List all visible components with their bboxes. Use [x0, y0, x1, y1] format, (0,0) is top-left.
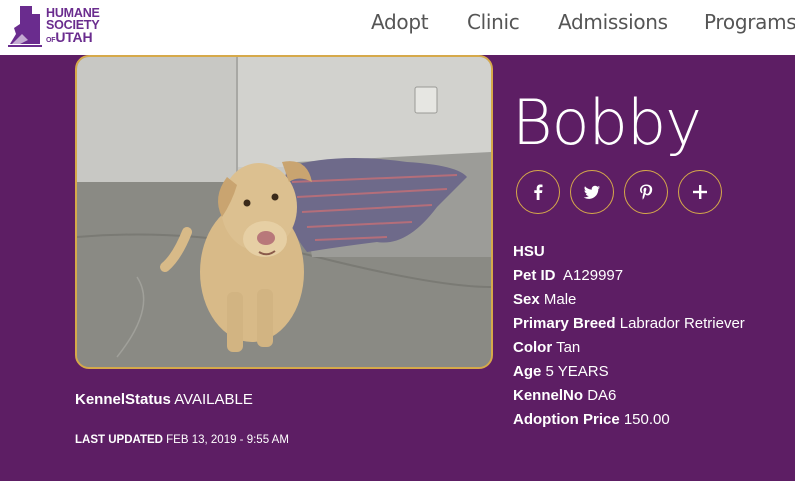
share-twitter-button[interactable]	[570, 170, 614, 214]
twitter-icon	[583, 185, 600, 199]
plus-icon	[693, 185, 707, 199]
detail-primary-breed: Primary Breed Labrador Retriever	[513, 312, 745, 336]
detail-value: Labrador Retriever	[619, 315, 745, 332]
last-updated: LAST UPDATED FEB 13, 2019 - 9:55 AM	[75, 434, 289, 446]
detail-label: Color	[513, 339, 553, 356]
detail-value: 5 YEARS	[545, 363, 609, 380]
nav-programs[interactable]: Programs	[704, 10, 795, 34]
detail-value: Tan	[556, 339, 581, 356]
site-header: HUMANE SOCIETY OFUTAH Adopt Clinic Admis…	[0, 0, 795, 55]
share-more-button[interactable]	[678, 170, 722, 214]
detail-sex: Sex Male	[513, 288, 745, 312]
logo-line-of: OF	[46, 37, 56, 44]
detail-pet-id: Pet ID A129997	[513, 264, 745, 288]
nav-admissions[interactable]: Admissions	[558, 10, 668, 34]
nav-clinic[interactable]: Clinic	[467, 10, 520, 34]
detail-label: Age	[513, 363, 542, 380]
detail-label: Primary Breed	[513, 315, 616, 332]
pet-name: Bobby	[512, 86, 702, 159]
share-pinterest-button[interactable]	[624, 170, 668, 214]
share-facebook-button[interactable]	[516, 170, 560, 214]
site-logo[interactable]: HUMANE SOCIETY OFUTAH	[6, 4, 116, 48]
facebook-icon	[534, 184, 543, 200]
logo-wordmark: HUMANE SOCIETY OFUTAH	[46, 7, 100, 47]
detail-value: 150.00	[623, 411, 670, 428]
last-updated-value: FEB 13, 2019 - 9:55 AM	[166, 434, 289, 446]
utah-state-cat-icon	[8, 6, 42, 47]
detail-value: Male	[543, 291, 577, 308]
detail-label: Pet ID	[513, 267, 556, 284]
detail-kennel-no: KennelNo DA6	[513, 384, 745, 408]
pet-details: HSU Pet ID A129997 Sex Male Primary Bree…	[513, 240, 745, 432]
kennel-status: KennelStatus AVAILABLE	[75, 391, 253, 408]
detail-adoption-price: Adoption Price 150.00	[513, 408, 745, 432]
logo-line-utah: UTAH	[55, 29, 93, 45]
kennel-status-label: KennelStatus	[75, 391, 171, 408]
detail-label: KennelNo	[513, 387, 584, 404]
detail-value: A129997	[563, 267, 624, 284]
detail-label: Adoption Price	[513, 411, 620, 428]
detail-age: Age 5 YEARS	[513, 360, 745, 384]
kennel-status-value: AVAILABLE	[174, 391, 253, 408]
last-updated-label: LAST UPDATED	[75, 434, 163, 446]
pinterest-icon	[640, 184, 653, 200]
pet-photo	[75, 55, 493, 369]
nav-adopt[interactable]: Adopt	[371, 10, 429, 34]
detail-label: Sex	[513, 291, 540, 308]
detail-value: DA6	[587, 387, 617, 404]
shelter-code: HSU	[513, 243, 545, 260]
detail-color: Color Tan	[513, 336, 745, 360]
tan-labrador-dog-photo	[77, 57, 491, 367]
